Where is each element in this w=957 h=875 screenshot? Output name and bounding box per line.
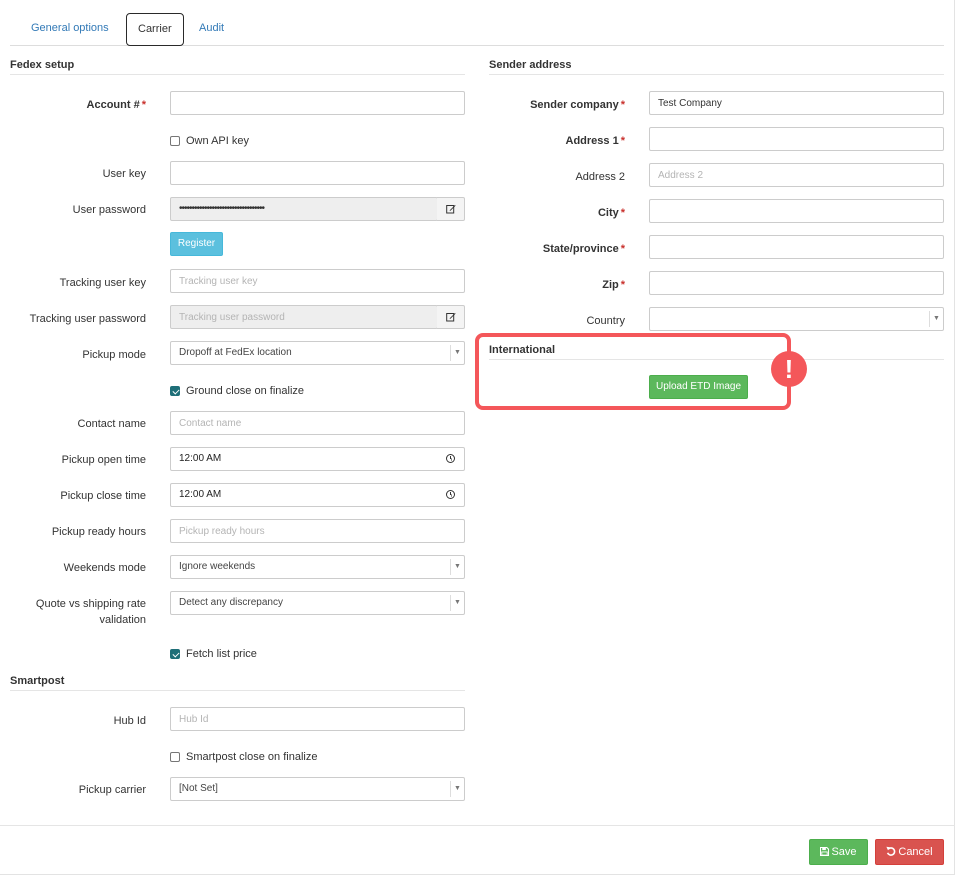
city-label: City *	[597, 207, 625, 219]
tracking-user-key-input[interactable]	[170, 269, 465, 293]
register-button[interactable]: Register	[170, 232, 223, 256]
cancel-button[interactable]: Cancel	[875, 839, 944, 865]
country-label: Country	[586, 315, 625, 327]
quote-validation-label: Quote vs shipping rate validation	[10, 596, 146, 628]
weekends-mode-select[interactable]: Ignore weekends ▼	[170, 555, 465, 579]
quote-validation-select[interactable]: Detect any discrepancy ▼	[170, 591, 465, 615]
edit-icon	[445, 205, 456, 214]
chevron-down-icon: ▼	[450, 559, 464, 575]
pickup-close-time-value: 12:00 AM	[179, 489, 222, 500]
zip-label: Zip *	[602, 279, 625, 291]
tab-carrier[interactable]: Carrier	[126, 13, 184, 46]
cancel-label: Cancel	[898, 846, 933, 858]
own-api-key-checkbox[interactable]	[170, 136, 180, 146]
user-key-label: User key	[102, 168, 146, 180]
contact-name-input[interactable]	[170, 411, 465, 435]
chevron-down-icon: ▼	[450, 595, 464, 611]
contact-name-label: Contact name	[77, 418, 146, 430]
smartpost-close-label: Smartpost close on finalize	[186, 751, 318, 763]
sender-company-label: Sender company *	[530, 99, 625, 111]
tracking-user-password-input[interactable]	[170, 305, 438, 329]
country-select[interactable]: ▼	[649, 307, 944, 331]
fetch-list-price-checkbox[interactable]	[170, 649, 180, 659]
hub-id-label: Hub Id	[113, 715, 146, 727]
address2-input[interactable]	[649, 163, 944, 187]
pickup-mode-label: Pickup mode	[82, 349, 146, 361]
state-province-input[interactable]	[649, 235, 944, 259]
zip-input[interactable]	[649, 271, 944, 295]
tracking-user-password-label: Tracking user password	[29, 313, 146, 325]
pickup-close-time-label: Pickup close time	[60, 490, 146, 502]
pickup-open-time-label: Pickup open time	[61, 454, 146, 466]
alert-icon: !	[771, 351, 807, 387]
tracking-user-key-label: Tracking user key	[59, 277, 146, 289]
quote-validation-value: Detect any discrepancy	[179, 597, 283, 608]
undo-icon	[886, 846, 896, 856]
own-api-key-label: Own API key	[186, 135, 249, 147]
clock-icon[interactable]	[446, 490, 455, 499]
pickup-carrier-select[interactable]: [Not Set] ▼	[170, 777, 465, 801]
pickup-carrier-value: [Not Set]	[179, 783, 218, 794]
address2-label: Address 2	[575, 171, 625, 183]
tab-general-options[interactable]: General options	[20, 13, 120, 46]
chevron-down-icon: ▼	[450, 781, 464, 797]
pickup-carrier-label: Pickup carrier	[78, 784, 146, 796]
hub-id-input[interactable]	[170, 707, 465, 731]
state-province-label: State/province *	[542, 243, 625, 255]
highlight-box	[475, 333, 791, 410]
account-input[interactable]	[170, 91, 465, 115]
user-password-input[interactable]: ••••••••••••••••••••••••••••••••••	[170, 197, 438, 221]
sender-company-input[interactable]	[649, 91, 944, 115]
user-key-input[interactable]	[170, 161, 465, 185]
clock-icon[interactable]	[446, 454, 455, 463]
sender-address-title: Sender address	[489, 59, 944, 75]
chevron-down-icon: ▼	[929, 311, 943, 327]
city-input[interactable]	[649, 199, 944, 223]
ground-close-label: Ground close on finalize	[186, 385, 305, 397]
account-label: Account # *	[86, 99, 146, 111]
pickup-open-time-value: 12:00 AM	[179, 453, 222, 464]
tab-audit[interactable]: Audit	[188, 13, 235, 46]
chevron-down-icon: ▼	[450, 345, 464, 361]
tab-bar: General options Carrier Audit	[10, 13, 944, 46]
edit-tracking-password-button[interactable]	[437, 305, 465, 329]
fedex-setup-title: Fedex setup	[10, 59, 465, 75]
save-icon	[820, 846, 830, 857]
smartpost-close-checkbox[interactable]	[170, 752, 180, 762]
footer-divider	[0, 825, 955, 826]
address1-label: Address 1 *	[565, 135, 625, 147]
save-label: Save	[831, 846, 857, 858]
weekends-mode-label: Weekends mode	[63, 562, 146, 574]
address1-input[interactable]	[649, 127, 944, 151]
pickup-close-time-input[interactable]: 12:00 AM	[170, 483, 465, 507]
smartpost-title: Smartpost	[10, 675, 465, 691]
save-button[interactable]: Save	[809, 839, 868, 865]
edit-password-button[interactable]	[437, 197, 465, 221]
pickup-ready-hours-label: Pickup ready hours	[51, 526, 146, 538]
quote-validation-label-line2: validation	[99, 614, 146, 626]
quote-validation-label-line1: Quote vs shipping rate	[35, 598, 146, 610]
pickup-ready-hours-input[interactable]	[170, 519, 465, 543]
edit-icon	[445, 313, 456, 322]
fetch-list-price-label: Fetch list price	[186, 648, 257, 660]
weekends-mode-value: Ignore weekends	[179, 561, 256, 572]
pickup-open-time-input[interactable]: 12:00 AM	[170, 447, 465, 471]
pickup-mode-select[interactable]: Dropoff at FedEx location ▼	[170, 341, 465, 365]
ground-close-checkbox[interactable]	[170, 386, 180, 396]
pickup-mode-value: Dropoff at FedEx location	[179, 347, 292, 358]
user-password-label: User password	[72, 204, 146, 216]
